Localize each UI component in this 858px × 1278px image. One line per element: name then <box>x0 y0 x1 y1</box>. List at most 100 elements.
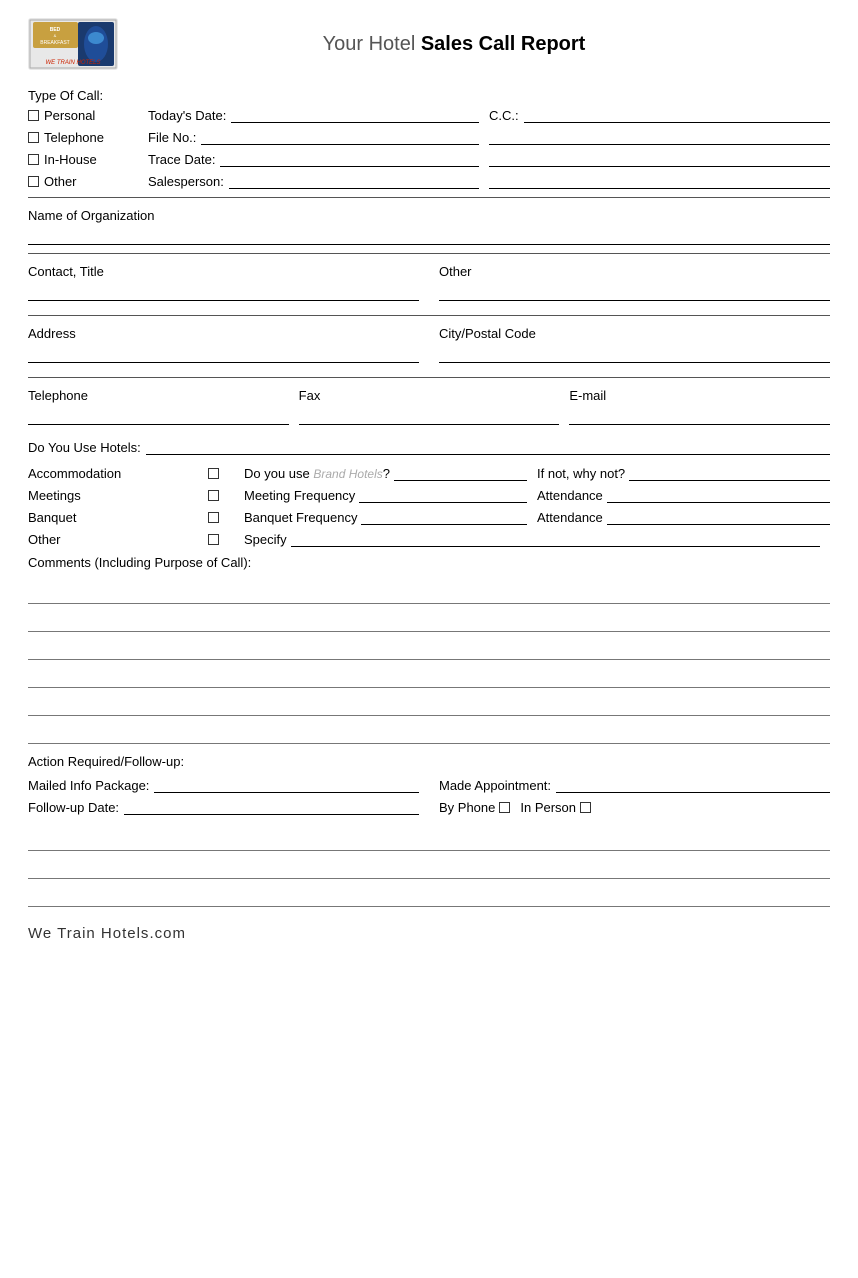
other-input[interactable] <box>439 281 830 301</box>
call-type-other[interactable]: Other <box>28 173 148 189</box>
banquet-attendance-field: Attendance <box>537 509 830 525</box>
meeting-frequency-label: Meeting Frequency <box>244 488 355 503</box>
cc-line4-input[interactable] <box>489 173 830 189</box>
fax-section: Fax <box>299 386 560 425</box>
fax-label: Fax <box>299 386 560 403</box>
hotels-input[interactable] <box>146 439 830 455</box>
personal-label: Personal <box>44 108 95 123</box>
mailed-info-label: Mailed Info Package: <box>28 778 149 793</box>
banquet-frequency-input[interactable] <box>361 509 527 525</box>
accommodation-label: Accommodation <box>28 466 208 481</box>
address-city-section: Address City/Postal Code <box>28 324 830 369</box>
comment-line-3[interactable] <box>28 634 830 660</box>
accommodation-row: Accommodation Do you use Brand Hotels? I… <box>28 465 830 481</box>
meeting-frequency-input[interactable] <box>359 487 527 503</box>
banquet-row: Banquet Banquet Frequency Attendance <box>28 509 830 525</box>
cc-input[interactable] <box>524 107 830 123</box>
in-person-item[interactable]: In Person <box>520 800 591 815</box>
type-of-call-label: Type Of Call: <box>28 88 830 103</box>
address-input[interactable] <box>28 343 419 363</box>
banquet-checkbox[interactable] <box>208 512 219 523</box>
todays-date-label: Today's Date: <box>148 108 226 123</box>
do-you-use-hotels-row: Do You Use Hotels: <box>28 439 830 455</box>
followup-date-input[interactable] <box>124 799 419 815</box>
brand-hotels-label: Do you use Brand Hotels? <box>244 466 390 481</box>
divider-1 <box>28 197 830 198</box>
followup-phone-row: Follow-up Date: By Phone In Person <box>28 799 830 815</box>
call-type-personal[interactable]: Personal <box>28 107 148 123</box>
if-not-why-not-field: If not, why not? <box>537 465 830 481</box>
telephone-input[interactable] <box>28 405 289 425</box>
cc-label: C.C.: <box>489 108 519 123</box>
cc-field: C.C.: <box>489 107 830 123</box>
if-not-why-not-input[interactable] <box>629 465 830 481</box>
mailed-info-input[interactable] <box>154 777 419 793</box>
svg-text:&: & <box>54 33 57 38</box>
by-phone-item[interactable]: By Phone <box>439 800 510 815</box>
other-services-label: Other <box>28 532 208 547</box>
telephone-section: Telephone <box>28 386 289 425</box>
divider-3 <box>28 315 830 316</box>
accommodation-checkbox[interactable] <box>208 468 219 479</box>
by-phone-checkbox[interactable] <box>499 802 510 813</box>
inhouse-checkbox[interactable] <box>28 154 39 165</box>
cc-line2-input[interactable] <box>489 129 830 145</box>
meetings-checkbox[interactable] <box>208 490 219 501</box>
do-you-use-hotels-label: Do You Use Hotels: <box>28 440 141 455</box>
mailed-info-field: Mailed Info Package: <box>28 777 419 793</box>
other-checkbox[interactable] <box>28 176 39 187</box>
city-postal-input[interactable] <box>439 343 830 363</box>
other-field-label: Other <box>439 262 830 279</box>
footer-line-1 <box>28 825 830 851</box>
todays-date-input[interactable] <box>231 107 479 123</box>
comment-line-1[interactable] <box>28 578 830 604</box>
banquet-attendance-label: Attendance <box>537 510 603 525</box>
banquet-attendance-input[interactable] <box>607 509 830 525</box>
city-postal-section: City/Postal Code <box>439 324 830 363</box>
meetings-attendance-input[interactable] <box>607 487 830 503</box>
contact-title-input[interactable] <box>28 281 419 301</box>
action-section: Action Required/Follow-up: Mailed Info P… <box>28 754 830 815</box>
telephone-checkbox[interactable] <box>28 132 39 143</box>
call-type-telephone[interactable]: Telephone <box>28 129 148 145</box>
specify-input[interactable] <box>291 531 820 547</box>
divider-4 <box>28 377 830 378</box>
meetings-attendance-field: Attendance <box>537 487 830 503</box>
email-input[interactable] <box>569 405 830 425</box>
comment-line-2[interactable] <box>28 606 830 632</box>
fax-input[interactable] <box>299 405 560 425</box>
brand-hotels-input[interactable] <box>394 465 527 481</box>
salesperson-input[interactable] <box>229 173 479 189</box>
contact-title-label: Contact, Title <box>28 262 419 279</box>
trace-date-input[interactable] <box>220 151 479 167</box>
followup-date-field: Follow-up Date: <box>28 799 419 815</box>
file-no-input[interactable] <box>201 129 479 145</box>
meetings-attendance-label: Attendance <box>537 488 603 503</box>
call-type-inhouse[interactable]: In-House <box>28 151 148 167</box>
made-appointment-input[interactable] <box>556 777 830 793</box>
banquet-frequency-field: Banquet Frequency <box>244 509 537 525</box>
other-services-row: Other Specify <box>28 531 830 547</box>
cc-line3-input[interactable] <box>489 151 830 167</box>
email-label: E-mail <box>569 386 830 403</box>
org-name-input[interactable] <box>28 225 830 245</box>
salesperson-field: Salesperson: <box>148 173 489 189</box>
in-person-label: In Person <box>520 800 576 815</box>
other-services-checkbox[interactable] <box>208 534 219 545</box>
action-label: Action Required/Follow-up: <box>28 754 830 769</box>
svg-text:WE TRAIN HOTELS: WE TRAIN HOTELS <box>45 60 100 66</box>
personal-checkbox[interactable] <box>28 110 39 121</box>
comment-line-5[interactable] <box>28 690 830 716</box>
address-section: Address <box>28 324 419 363</box>
in-person-checkbox[interactable] <box>580 802 591 813</box>
comment-line-6[interactable] <box>28 718 830 744</box>
form-section: Type Of Call: Personal Today's Date: C.C… <box>28 88 830 942</box>
footer-line-2 <box>28 853 830 879</box>
other-services-checkbox-cell <box>208 534 244 545</box>
telephone-field-label: Telephone <box>28 386 289 403</box>
telephone-label: Telephone <box>44 130 104 145</box>
comment-line-4[interactable] <box>28 662 830 688</box>
call-type-grid: Personal Today's Date: C.C.: Telephone F… <box>28 107 830 189</box>
services-table: Accommodation Do you use Brand Hotels? I… <box>28 465 830 547</box>
divider-2 <box>28 253 830 254</box>
